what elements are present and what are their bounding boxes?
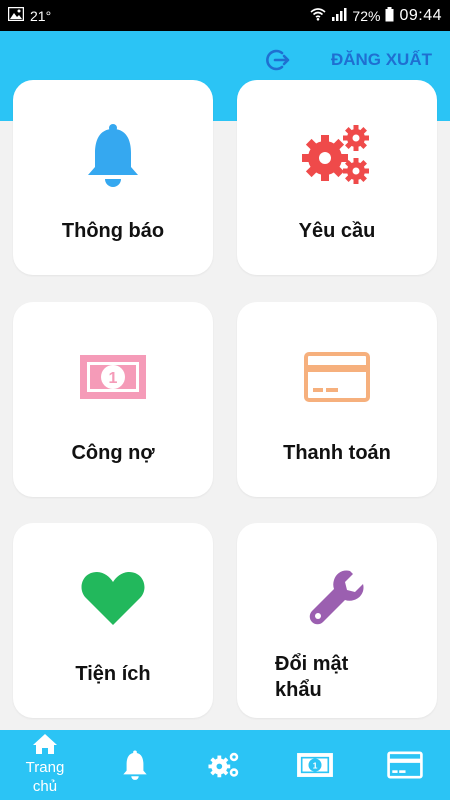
- wifi-icon: [310, 7, 326, 24]
- nav-requests[interactable]: [180, 730, 270, 800]
- home-icon: [32, 732, 58, 756]
- card-requests[interactable]: Yêu cầu: [237, 80, 437, 275]
- card-label: Thông báo: [61, 220, 165, 242]
- gears-icon: [237, 120, 437, 190]
- card-notifications[interactable]: Thông báo: [13, 80, 213, 275]
- battery-text: 72%: [352, 7, 381, 24]
- wrench-icon: [237, 563, 437, 633]
- nav-notifications[interactable]: [90, 730, 180, 800]
- temperature-text: 21°: [30, 7, 52, 24]
- image-icon: [7, 6, 25, 24]
- gears-icon: [208, 748, 242, 782]
- card-label: Đổi mật khẩu: [275, 651, 437, 703]
- card-label-line: khẩu: [275, 679, 322, 701]
- bell-icon: [13, 120, 213, 190]
- nav-label: Trang chủ: [26, 758, 65, 796]
- nav-payment[interactable]: [360, 730, 450, 800]
- heart-icon: [13, 563, 213, 633]
- svg-text:1: 1: [109, 370, 118, 387]
- card-label-line: Đổi mật: [275, 653, 349, 675]
- credit-card-icon: [237, 342, 437, 412]
- battery-icon: [385, 6, 394, 25]
- money-icon: 1: [296, 748, 334, 782]
- bell-icon: [121, 748, 149, 782]
- logout-icon: [265, 47, 291, 73]
- card-payment[interactable]: Thanh toán: [237, 302, 437, 497]
- card-change-password[interactable]: Đổi mật khẩu: [237, 523, 437, 718]
- card-utilities[interactable]: Tiện ích: [13, 523, 213, 718]
- nav-home[interactable]: Trang chủ: [0, 730, 90, 800]
- card-label: Thanh toán: [283, 442, 391, 464]
- card-label: Yêu cầu: [298, 220, 376, 242]
- clock-text: 09:44: [399, 6, 442, 24]
- svg-text:1: 1: [313, 760, 318, 770]
- nav-debts[interactable]: 1: [270, 730, 360, 800]
- card-label: Công nợ: [71, 442, 155, 464]
- status-bar: 21° 72% 09:44: [0, 0, 450, 31]
- credit-card-icon: [387, 748, 423, 782]
- money-icon: 1: [13, 342, 213, 412]
- bottom-nav: Trang chủ 1: [0, 730, 450, 800]
- card-debts[interactable]: 1 Công nợ: [13, 302, 213, 497]
- logout-button[interactable]: ĐĂNG XUẤT: [265, 42, 432, 78]
- logout-label: ĐĂNG XUẤT: [330, 50, 432, 69]
- nav-label-line: chủ: [32, 778, 58, 795]
- nav-label-line: Trang: [25, 759, 65, 776]
- card-label: Tiện ích: [75, 663, 151, 685]
- signal-icon: [331, 7, 347, 24]
